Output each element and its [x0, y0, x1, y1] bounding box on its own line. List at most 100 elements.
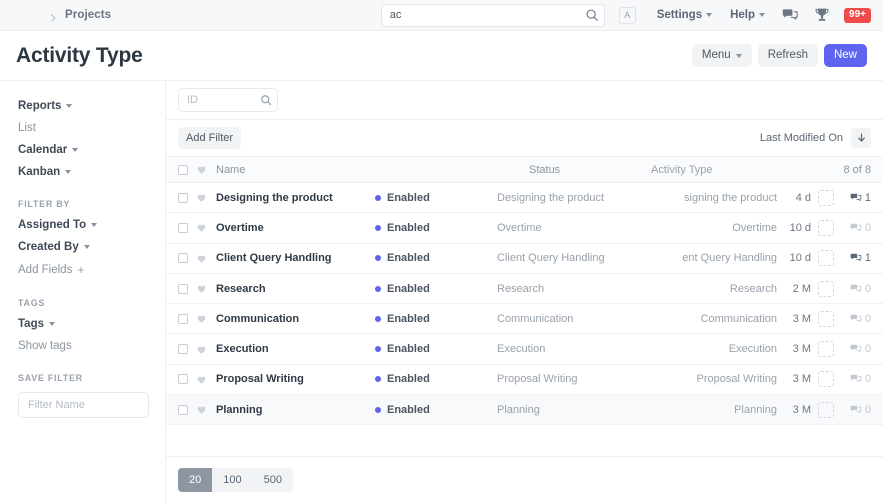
trophy-icon[interactable]	[814, 7, 830, 23]
table-row[interactable]: Proposal Writing Enabled Proposal Writing P…	[166, 365, 883, 396]
row-select-cell[interactable]	[178, 192, 196, 203]
row-assignee-cell[interactable]	[811, 401, 841, 418]
row-assignee-cell[interactable]	[811, 310, 841, 327]
menu-button[interactable]: Menu	[691, 43, 752, 68]
avatar[interactable]: A	[618, 6, 636, 24]
row-name-cell[interactable]: Designing the product	[216, 192, 375, 204]
row-assignee-cell[interactable]	[811, 341, 841, 358]
page-size-100[interactable]: 100	[212, 468, 252, 492]
row-comments-cell[interactable]: 0	[841, 222, 871, 234]
breadcrumb[interactable]: Projects	[48, 9, 111, 22]
row-checkbox[interactable]	[178, 283, 188, 294]
assignee-placeholder-icon[interactable]	[818, 371, 834, 388]
row-name-link[interactable]: Planning	[216, 404, 262, 416]
table-row[interactable]: Planning Enabled Planning Planning 3 M 0	[166, 395, 883, 426]
row-checkbox[interactable]	[178, 192, 188, 203]
page-size-20[interactable]: 20	[178, 468, 213, 492]
sidebar-filter-assigned-to[interactable]: Assigned To	[18, 214, 149, 236]
row-assignee-cell[interactable]	[811, 219, 841, 236]
favorite-heart-icon[interactable]	[196, 192, 216, 203]
assignee-placeholder-icon[interactable]	[818, 189, 834, 206]
search-input[interactable]	[380, 3, 605, 27]
favorite-heart-icon[interactable]	[196, 283, 216, 294]
help-menu[interactable]: Help	[721, 9, 774, 21]
table-row[interactable]: Overtime Enabled Overtime Overtime 10 d 0	[166, 213, 883, 244]
row-name-cell[interactable]: Client Query Handling	[216, 252, 375, 264]
select-all-cell[interactable]	[178, 164, 196, 175]
row-name-link[interactable]: Designing the product	[216, 192, 333, 204]
sort-direction-button[interactable]	[851, 128, 871, 148]
assignee-placeholder-icon[interactable]	[818, 401, 834, 418]
sidebar-item-list[interactable]: List	[18, 117, 149, 139]
breadcrumb-projects-link[interactable]: Projects	[65, 9, 111, 21]
row-comments-cell[interactable]: 1	[841, 252, 871, 264]
table-row[interactable]: Client Query Handling Enabled Client Query…	[166, 244, 883, 274]
row-name-cell[interactable]: Planning	[216, 404, 375, 416]
new-button[interactable]: New	[823, 43, 867, 68]
row-name-link[interactable]: Overtime	[216, 222, 264, 234]
row-comments-cell[interactable]: 0	[841, 373, 871, 385]
row-select-cell[interactable]	[178, 253, 196, 264]
table-row[interactable]: Execution Enabled Execution Execution 3 M 0	[166, 334, 883, 365]
assignee-placeholder-icon[interactable]	[818, 280, 834, 297]
column-header-status[interactable]: Status	[529, 164, 651, 176]
row-checkbox[interactable]	[178, 344, 188, 355]
row-assignee-cell[interactable]	[811, 189, 841, 206]
row-checkbox[interactable]	[178, 253, 188, 264]
row-select-cell[interactable]	[178, 313, 196, 324]
favorite-heart-icon[interactable]	[196, 374, 216, 385]
comment-icon[interactable]	[782, 7, 798, 23]
row-select-cell[interactable]	[178, 283, 196, 294]
row-comments-cell[interactable]: 0	[841, 343, 871, 355]
row-assignee-cell[interactable]	[811, 250, 841, 267]
sidebar-show-tags[interactable]: Show tags	[18, 335, 149, 357]
row-name-cell[interactable]: Execution	[216, 343, 375, 355]
column-header-name[interactable]: Name	[216, 164, 529, 176]
row-select-cell[interactable]	[178, 374, 196, 385]
row-comments-cell[interactable]: 0	[841, 283, 871, 295]
row-checkbox[interactable]	[178, 313, 188, 324]
row-name-cell[interactable]: Research	[216, 283, 375, 295]
column-header-activity-type[interactable]: Activity Type	[651, 164, 811, 176]
sidebar-add-fields[interactable]: Add Fields +	[18, 258, 149, 282]
row-name-cell[interactable]: Proposal Writing	[216, 373, 375, 385]
sidebar-item-kanban[interactable]: Kanban	[18, 161, 149, 183]
table-row[interactable]: Research Enabled Research Research 2 M 0	[166, 274, 883, 305]
favorite-heart-icon[interactable]	[196, 404, 216, 415]
row-comments-cell[interactable]: 0	[841, 313, 871, 325]
sort-field-label[interactable]: Last Modified On	[760, 132, 843, 144]
search-icon[interactable]	[585, 8, 599, 22]
row-select-cell[interactable]	[178, 222, 196, 233]
settings-menu[interactable]: Settings	[648, 9, 721, 21]
row-select-cell[interactable]	[178, 344, 196, 355]
row-checkbox[interactable]	[178, 404, 188, 415]
row-comments-cell[interactable]: 0	[841, 404, 871, 416]
favorite-heart-icon[interactable]	[196, 222, 216, 233]
row-select-cell[interactable]	[178, 404, 196, 415]
filter-name-input[interactable]	[18, 392, 149, 418]
row-name-cell[interactable]: Communication	[216, 313, 375, 325]
notification-badge[interactable]: 99+	[844, 7, 871, 23]
row-assignee-cell[interactable]	[811, 371, 841, 388]
row-name-link[interactable]: Communication	[216, 313, 299, 325]
row-name-cell[interactable]: Overtime	[216, 222, 375, 234]
row-comments-cell[interactable]: 1	[841, 192, 871, 204]
table-row[interactable]: Communication Enabled Communication Communi…	[166, 304, 883, 335]
refresh-button[interactable]: Refresh	[757, 43, 818, 68]
assignee-placeholder-icon[interactable]	[818, 219, 834, 236]
sidebar-tags[interactable]: Tags	[18, 313, 149, 335]
row-assignee-cell[interactable]	[811, 280, 841, 297]
assignee-placeholder-icon[interactable]	[818, 250, 834, 267]
select-all-checkbox[interactable]	[178, 164, 188, 175]
favorite-heart-icon[interactable]	[196, 253, 216, 264]
sidebar-item-reports[interactable]: Reports	[18, 95, 149, 117]
assignee-placeholder-icon[interactable]	[818, 341, 834, 358]
sidebar-filter-created-by[interactable]: Created By	[18, 236, 149, 258]
sidebar-item-calendar[interactable]: Calendar	[18, 139, 149, 161]
row-name-link[interactable]: Execution	[216, 343, 269, 355]
favorite-heart-icon[interactable]	[196, 313, 216, 324]
row-name-link[interactable]: Proposal Writing	[216, 373, 304, 385]
page-size-500[interactable]: 500	[253, 468, 293, 492]
row-name-link[interactable]: Client Query Handling	[216, 252, 332, 264]
assignee-placeholder-icon[interactable]	[818, 310, 834, 327]
